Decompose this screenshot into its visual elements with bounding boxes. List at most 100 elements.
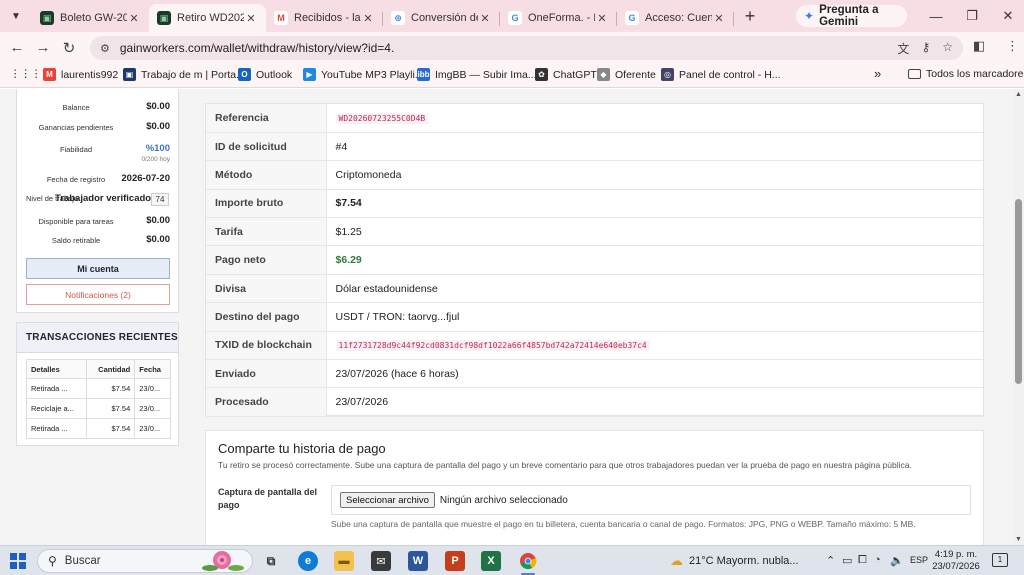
apps-grid-icon[interactable]: ⋮⋮⋮: [10, 68, 42, 80]
all-bookmarks-button[interactable]: Todos los marcadores: [908, 68, 1024, 80]
table-row[interactable]: Retirada ... $7.54 23/0...: [25, 418, 171, 439]
gemini-sparkle-icon: ✦: [804, 9, 815, 23]
powerpoint-icon[interactable]: P: [445, 551, 465, 571]
tab-favicon-icon: G: [625, 11, 639, 25]
word-icon[interactable]: W: [408, 551, 428, 571]
gemini-label: Pregunta a Gemini: [819, 4, 879, 28]
tab-label: Acceso: Cuenta: [645, 12, 712, 24]
tab-close-icon[interactable]: ✕: [478, 12, 492, 25]
table-header-cell[interactable]: Fecha: [134, 359, 171, 379]
ethernet-icon[interactable]: ⧠: [858, 554, 867, 567]
detail-value-cell: Dólar estadounidense: [326, 274, 983, 304]
close-window-button[interactable]: ✕: [990, 0, 1024, 32]
bookmark-label: Panel de control - H...: [679, 68, 781, 81]
bookmark-item[interactable]: ✿ ChatGPT: [535, 68, 597, 81]
table-row[interactable]: Reciclaje a... $7.54 23/0...: [25, 398, 171, 419]
tab-search-chevron-icon[interactable]: ▼: [4, 4, 28, 28]
bookmark-label: Oferente: [615, 68, 656, 81]
bookmark-favicon-icon: O: [238, 68, 251, 81]
bookmark-item[interactable]: ◎ Panel de control - H...: [661, 68, 781, 81]
browser-tab[interactable]: G OneForma. - Bu✕: [500, 4, 617, 32]
scroll-up-arrow-icon[interactable]: ▲: [1015, 91, 1022, 98]
new-tab-button[interactable]: +: [738, 6, 762, 27]
bookmark-favicon-icon: ibb: [417, 68, 430, 81]
browser-tab[interactable]: ▣ Retiro WD2026072✕: [149, 4, 266, 32]
extension-icon[interactable]: ◧: [973, 38, 985, 54]
tab-close-icon[interactable]: ✕: [712, 12, 726, 25]
windows-start-icon[interactable]: [10, 553, 26, 569]
tab-close-icon[interactable]: ✕: [595, 12, 609, 25]
forward-arrow-icon[interactable]: →: [30, 39, 56, 56]
page-scrollbar[interactable]: ▲ ▼: [1013, 89, 1024, 545]
translate-icon[interactable]: 文: [897, 40, 909, 57]
battery-icon[interactable]: ▭: [842, 554, 852, 567]
bookmark-item[interactable]: ◆ Oferente: [597, 68, 656, 81]
bookmark-favicon-icon: ▶: [303, 68, 316, 81]
bookmarks-bar: ⋮⋮⋮ Mlaurentis992 ▣ Trabajo de m | Porta..…: [0, 63, 1024, 88]
minimize-button[interactable]: —: [918, 0, 954, 32]
bookmark-item[interactable]: Mlaurentis992: [43, 68, 118, 81]
detail-value-cell: Criptomoneda: [326, 160, 983, 190]
bookmarks-overflow-button[interactable]: »: [874, 66, 881, 81]
edge-icon[interactable]: e: [298, 551, 318, 571]
table-cell: Retirada ...: [25, 378, 88, 399]
browser-tab[interactable]: ⊕ Conversión de c✕: [383, 4, 500, 32]
taskbar-clock[interactable]: 4:19 p. m. 23/07/2026: [930, 549, 982, 573]
bookmark-item[interactable]: ▣ Trabajo de m | Porta...: [123, 68, 245, 81]
tab-label: OneForma. - Bu: [528, 12, 595, 24]
tab-close-icon[interactable]: ✕: [127, 12, 141, 25]
bookmark-label: YouTube MP3 Playli...: [321, 68, 424, 81]
scroll-thumb[interactable]: [1015, 199, 1022, 384]
notification-center-icon[interactable]: 1: [992, 553, 1008, 567]
gemini-button[interactable]: ✦ Pregunta a Gemini: [796, 4, 907, 28]
tab-label: Retiro WD2026072: [177, 12, 244, 24]
language-indicator[interactable]: ESP: [910, 555, 928, 565]
file-input[interactable]: Seleccionar archivo Ningún archivo selec…: [331, 485, 971, 515]
maximize-button[interactable]: ❐: [954, 0, 990, 32]
chrome-icon[interactable]: [518, 551, 538, 571]
bookmark-star-icon[interactable]: ☆: [942, 40, 953, 57]
notifications-button[interactable]: Notificaciones (2): [26, 284, 170, 305]
my-account-button[interactable]: Mi cuenta: [26, 258, 170, 279]
tab-favicon-icon: ⊕: [391, 11, 405, 25]
detail-row: Pago neto $6.29: [206, 245, 983, 275]
back-arrow-icon[interactable]: ←: [4, 39, 30, 56]
browser-tab[interactable]: M Recibidos - laor✕: [266, 4, 383, 32]
stat-label: Disponible para tareas: [38, 217, 114, 226]
browser-menu-icon[interactable]: ⋮: [1006, 38, 1019, 54]
scroll-down-arrow-icon[interactable]: ▼: [1015, 536, 1022, 543]
mail-icon[interactable]: ✉: [371, 551, 391, 571]
reload-icon[interactable]: ↻: [56, 39, 82, 57]
tab-close-icon[interactable]: ✕: [361, 12, 375, 25]
detail-value: USDT / TRON: taorvg...fjul: [335, 310, 460, 323]
table-row[interactable]: Retirada ... $7.54 23/0...: [25, 378, 171, 399]
clock-time: 4:19 p. m.: [934, 549, 978, 560]
browser-tab[interactable]: ▣ Boleto GW-2026✕: [32, 4, 149, 32]
weather-widget[interactable]: ☁ 21°C Mayorm. nubla...: [670, 553, 799, 569]
bookmark-favicon-icon: ◎: [661, 68, 674, 81]
table-header-cell[interactable]: Detalles: [25, 359, 88, 379]
withdrawal-details-table: Referencia WD20260723255C0D4B ID de solici…: [206, 104, 983, 417]
choose-file-button[interactable]: Seleccionar archivo: [340, 492, 435, 508]
tray-overflow-icon[interactable]: ⌃: [826, 554, 835, 567]
file-explorer-icon[interactable]: ▬: [334, 551, 354, 571]
bookmark-item[interactable]: ibb ImgBB — Subir Ima...: [417, 68, 537, 81]
excel-icon[interactable]: X: [481, 551, 501, 571]
omnibox-actions: 文 ⚷ ☆: [897, 40, 953, 57]
share-help-text: Sube una captura de pantalla que muestre…: [331, 519, 916, 529]
bookmark-item[interactable]: O Outlook: [238, 68, 292, 81]
address-bar[interactable]: ⚙ gainworkers.com/wallet/withdraw/histor…: [90, 36, 963, 60]
site-info-icon[interactable]: ⚙: [100, 42, 110, 55]
volume-icon[interactable]: 🔈: [890, 554, 904, 567]
detail-value: Criptomoneda: [335, 168, 402, 181]
table-cell: $7.54: [86, 418, 136, 439]
task-view-icon[interactable]: ⧉: [261, 551, 281, 571]
wifi-icon[interactable]: ◔: [874, 554, 881, 566]
table-header-cell[interactable]: Cantidad: [86, 359, 136, 379]
browser-tab[interactable]: G Acceso: Cuenta✕: [617, 4, 734, 32]
tab-close-icon[interactable]: ✕: [244, 12, 258, 25]
password-key-icon[interactable]: ⚷: [921, 40, 930, 57]
share-description: Tu retiro se procesó correctamente. Sube…: [218, 460, 912, 470]
detail-key: Método: [206, 160, 327, 190]
bookmark-item[interactable]: ▶ YouTube MP3 Playli...: [303, 68, 424, 81]
